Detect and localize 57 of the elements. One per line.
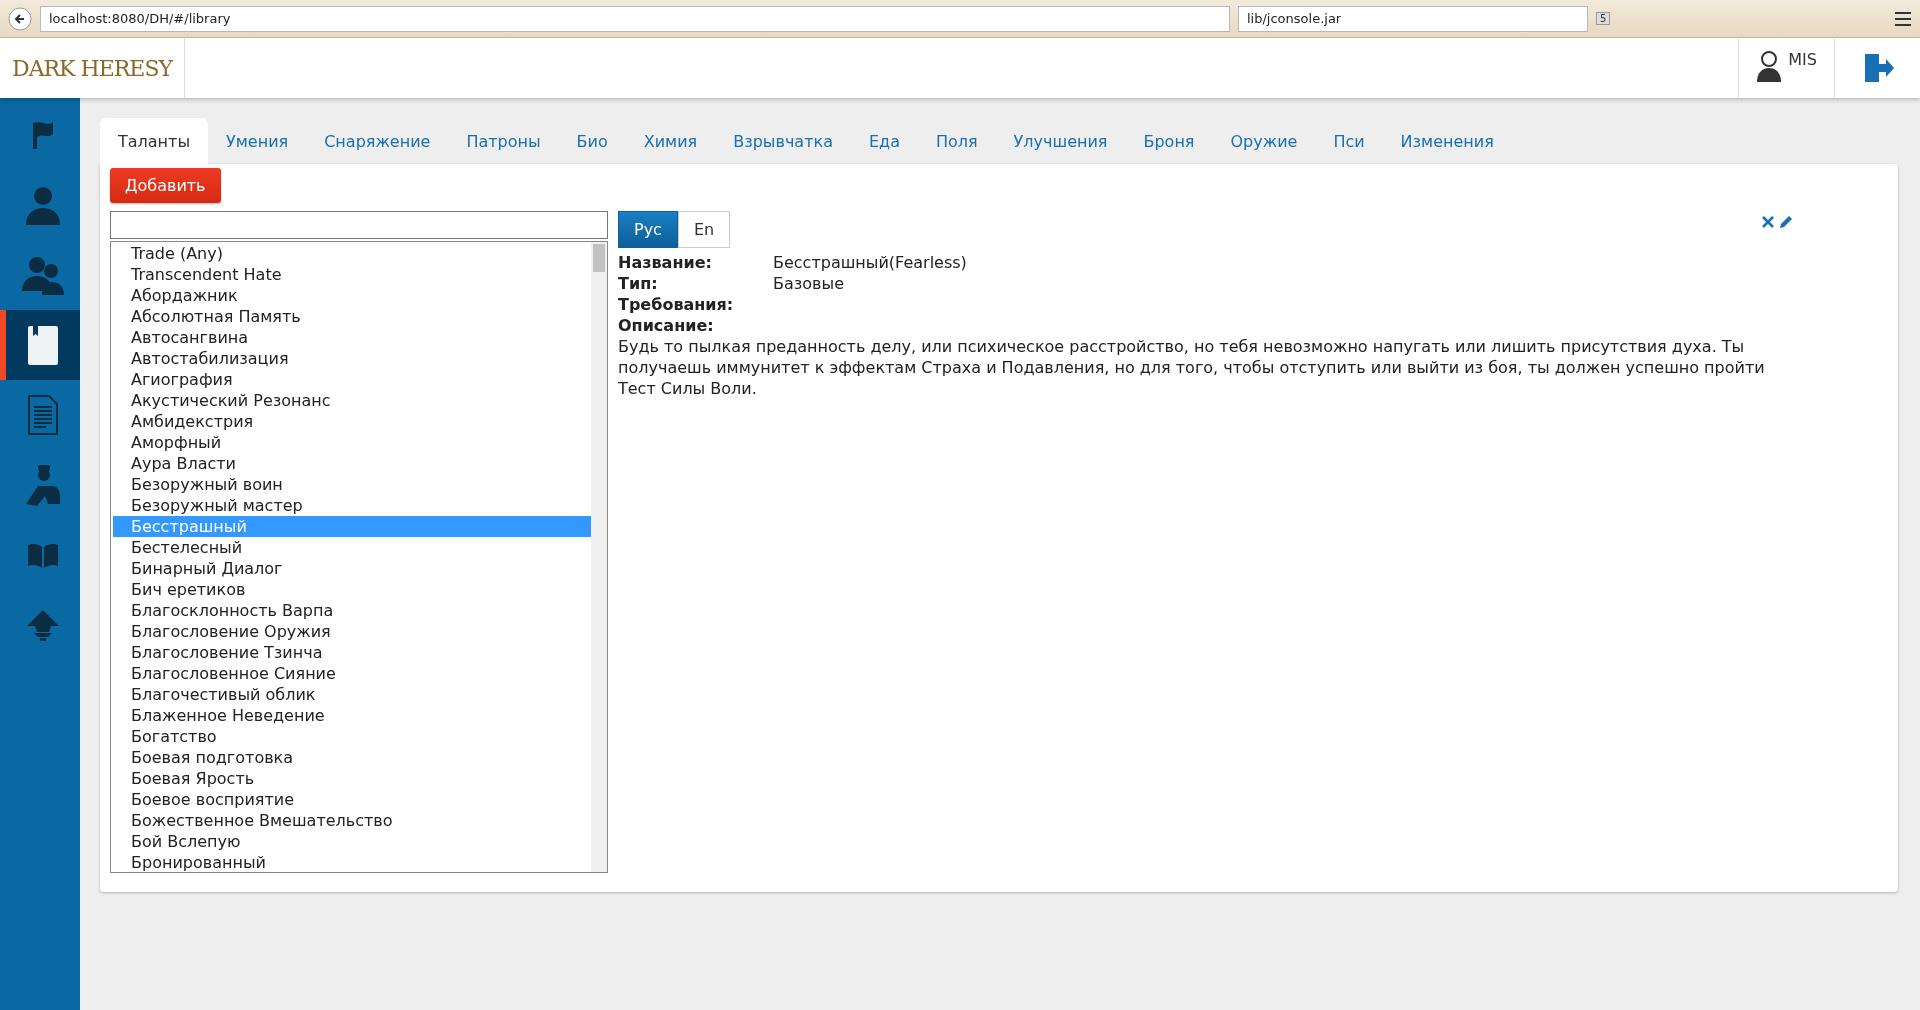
- list-item[interactable]: Благословение Тзинча: [113, 642, 591, 663]
- tab[interactable]: Улучшения: [995, 118, 1126, 164]
- language-toggle[interactable]: En: [677, 211, 731, 248]
- list-item[interactable]: Абордажник: [113, 285, 591, 306]
- list-item[interactable]: Благосклонность Варпа: [113, 600, 591, 621]
- tab[interactable]: Изменения: [1382, 118, 1512, 164]
- list-item[interactable]: Благословенное Сияние: [113, 663, 591, 684]
- list-item[interactable]: Боевое восприятие: [113, 789, 591, 810]
- list-item[interactable]: Безоружный воин: [113, 474, 591, 495]
- field-value: Бесстрашный(Fearless): [773, 252, 967, 273]
- field-label: Тип:: [618, 273, 659, 294]
- field-label: Требования:: [618, 294, 735, 315]
- tab[interactable]: Поля: [917, 118, 996, 164]
- tab[interactable]: Патроны: [448, 118, 559, 164]
- list-item[interactable]: Блаженное Неведение: [113, 705, 591, 726]
- tab[interactable]: Химия: [625, 118, 716, 164]
- list-item[interactable]: Аморфный: [113, 432, 591, 453]
- list-item[interactable]: Автостабилизация: [113, 348, 591, 369]
- list-item[interactable]: Акустический Резонанс: [113, 390, 591, 411]
- tab[interactable]: Взрывчатка: [715, 118, 851, 164]
- description-text: Будь то пылкая преданность делу, или психическое расстройство, но тебя невозможно напугать или лишить присутствия духа. Ты получаешь иммунитет к эффектам Страха и Подавления, но для того, чтобы отступить или выйти из боя, ты должен успешно пройти Тест Силы Воли.: [618, 336, 1766, 399]
- list-item[interactable]: Transcendent Hate: [113, 264, 591, 285]
- tab[interactable]: Броня: [1125, 118, 1213, 164]
- list-item[interactable]: Абсолютная Память: [113, 306, 591, 327]
- list-item[interactable]: Агиография: [113, 369, 591, 390]
- list-item[interactable]: Бой Вслепую: [113, 831, 591, 852]
- notification-badge: 5: [1596, 12, 1611, 25]
- tab[interactable]: Еда: [850, 118, 918, 164]
- list-item[interactable]: Амбидекстрия: [113, 411, 591, 432]
- tab[interactable]: Таланты: [100, 118, 209, 164]
- list-item[interactable]: Благословение Оружия: [113, 621, 591, 642]
- list-item[interactable]: Бинарный Диалог: [113, 558, 591, 579]
- tab[interactable]: Оружие: [1212, 118, 1316, 164]
- url-field[interactable]: localhost:8080/DH/#/library: [40, 5, 1230, 32]
- list-item[interactable]: Безоружный мастер: [113, 495, 591, 516]
- list-item[interactable]: Trade (Any): [113, 243, 591, 264]
- user-button[interactable]: MIS: [1738, 38, 1834, 98]
- field-label: Название:: [618, 252, 713, 273]
- field-value: Базовые: [773, 273, 844, 294]
- list-item[interactable]: Аура Власти: [113, 453, 591, 474]
- list-item[interactable]: Боевая Ярость: [113, 768, 591, 789]
- language-toggle[interactable]: Рус: [618, 211, 678, 248]
- tab[interactable]: Умения: [208, 118, 307, 164]
- tab[interactable]: Снаряжение: [306, 118, 449, 164]
- list-item[interactable]: Автосангвина: [113, 327, 591, 348]
- list-item[interactable]: Бестелесный: [113, 537, 591, 558]
- tab[interactable]: Био: [558, 118, 626, 164]
- list-item[interactable]: Боевая подготовка: [113, 747, 591, 768]
- list-item[interactable]: Богатство: [113, 726, 591, 747]
- field-label: Описание:: [618, 315, 715, 336]
- list-item[interactable]: Благочестивый облик: [113, 684, 591, 705]
- tab[interactable]: Пси: [1315, 118, 1383, 164]
- list-item[interactable]: Божественное Вмешательство: [113, 810, 591, 831]
- list-item[interactable]: Бронированный: [113, 852, 591, 872]
- add-button[interactable]: Добавить: [110, 168, 221, 203]
- search-field[interactable]: lib/jconsole.jar: [1238, 5, 1588, 32]
- list-item[interactable]: Бич еретиков: [113, 579, 591, 600]
